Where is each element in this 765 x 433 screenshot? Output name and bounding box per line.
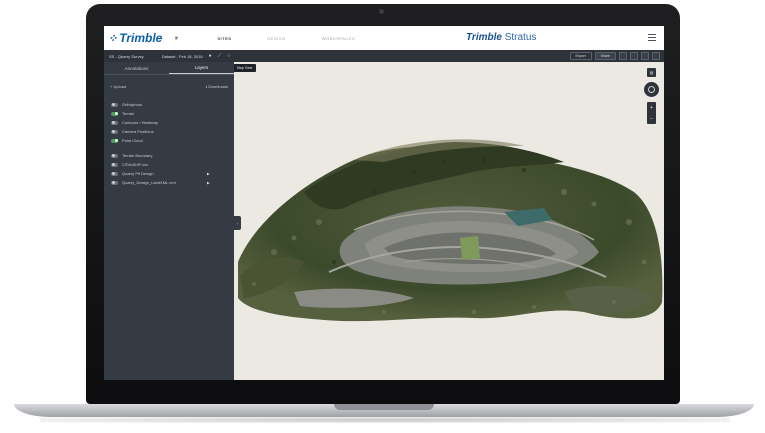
layer-label: Orthophoto: [122, 102, 143, 107]
ruler-icon[interactable]: ⟋: [218, 53, 222, 59]
layer-toggle[interactable]: [111, 138, 118, 143]
layer-toggle[interactable]: [111, 111, 118, 116]
sidebar-collapse-handle[interactable]: ‹: [234, 216, 241, 230]
compass-icon[interactable]: [643, 81, 660, 98]
layer-label: Quarry_Design_LandXML.xml: [122, 180, 176, 185]
layer-toggle[interactable]: [111, 162, 118, 167]
map-controls: ▤ + −: [643, 68, 660, 124]
layer-item-quarry-pit-design[interactable]: Quarry Pit Design ▶: [104, 169, 234, 178]
layer-item-point-cloud[interactable]: Point Cloud: [104, 136, 234, 145]
camera-icon: [379, 9, 384, 14]
play-icon[interactable]: ▶: [207, 172, 210, 176]
trimble-globe-icon: ⁘: [108, 32, 118, 45]
tab-sites[interactable]: SITES: [199, 26, 249, 50]
play-icon[interactable]: ▶: [207, 181, 210, 185]
sidebar-panel: Annotations Layers + Upload ⭳ Downloads …: [104, 62, 234, 380]
fullscreen-icon[interactable]: [652, 52, 660, 60]
brand-logo[interactable]: ⁘ Trimble ▾: [108, 31, 177, 45]
project-name[interactable]: SS - Quarry Survey: [109, 54, 144, 59]
zoom-out-icon[interactable]: −: [650, 116, 653, 122]
zoom-in-icon[interactable]: +: [650, 105, 653, 111]
layer-label: Terrain Boundary: [122, 153, 153, 158]
product-brand: Trimble: [466, 32, 502, 43]
product-name: Stratus: [504, 32, 537, 43]
view-mode-3d-icon[interactable]: [630, 52, 638, 60]
layer-toggle[interactable]: [111, 153, 118, 158]
point-cloud-render[interactable]: [234, 62, 664, 380]
upload-button[interactable]: + Upload: [110, 84, 126, 91]
laptop-notch: [334, 404, 434, 410]
project-toolbar: SS - Quarry Survey Dataset - Feb 18, 201…: [104, 50, 664, 62]
layer-label: Quarry Pit Design: [122, 171, 154, 176]
zoom-control: + −: [647, 102, 656, 124]
share-button[interactable]: Share: [594, 52, 616, 60]
tab-workspaces[interactable]: WORKSPACES: [304, 26, 373, 50]
layer-item-quarry-design-landxml[interactable]: Quarry_Design_LandXML.xml ▶: [104, 178, 234, 187]
clock-icon[interactable]: ○: [227, 53, 230, 59]
tab-layers[interactable]: Layers: [169, 62, 234, 74]
map-viewport[interactable]: ▤ + −: [234, 62, 664, 380]
tab-annotations[interactable]: Annotations: [104, 62, 169, 74]
brand-name: Trimble: [119, 31, 163, 45]
tab-design[interactable]: DESIGN: [249, 26, 303, 50]
product-title: Trimble Stratus: [466, 32, 536, 43]
split-view-icon[interactable]: [641, 52, 649, 60]
layer-item-csvtodxf[interactable]: CSVtoDXF.csv: [104, 160, 234, 169]
layer-toggle[interactable]: [111, 180, 118, 185]
layer-item-camera-positions[interactable]: Camera Positions: [104, 127, 234, 136]
export-button[interactable]: Export: [569, 52, 592, 60]
pin-icon[interactable]: ●: [209, 53, 212, 59]
layer-toggle[interactable]: [111, 120, 118, 125]
layer-toggle[interactable]: [111, 171, 118, 176]
layer-label: Camera Positions: [122, 129, 154, 134]
layer-label: Terrain: [122, 111, 135, 116]
layers-toggle-icon[interactable]: ▤: [647, 68, 656, 77]
laptop-shadow: [40, 417, 730, 423]
top-navigation-bar: ⁘ Trimble ▾ SITES DESIGN WORKSPACES Trim…: [104, 26, 664, 50]
layer-label: Point Cloud: [122, 138, 143, 143]
layer-item-terrain-boundary[interactable]: Terrain Boundary: [104, 151, 234, 160]
layer-item-orthophoto[interactable]: Orthophoto: [104, 100, 234, 109]
sidebar-actions: + Upload ⭳ Downloads: [104, 84, 234, 91]
layer-item-terrain[interactable]: Terrain: [104, 109, 234, 118]
layer-list: Orthophoto Terrain Contours / Heatmap Ca…: [104, 100, 234, 187]
app-screen: ⁘ Trimble ▾ SITES DESIGN WORKSPACES Trim…: [104, 26, 664, 380]
chevron-down-icon[interactable]: ▾: [174, 35, 177, 42]
nav-tabs: SITES DESIGN WORKSPACES: [199, 26, 373, 50]
downloads-button[interactable]: ⭳ Downloads: [206, 84, 228, 91]
compass-ring: [648, 86, 655, 93]
layer-label: Contours / Heatmap: [122, 120, 158, 125]
layer-label: CSVtoDXF.csv: [122, 162, 149, 167]
dataset-selector[interactable]: Dataset - Feb 18, 2018: [162, 54, 203, 59]
hamburger-menu-icon[interactable]: [648, 34, 656, 41]
layer-toggle[interactable]: [111, 129, 118, 134]
sidebar-tabs: Annotations Layers: [104, 62, 234, 75]
toolbar-actions: Export Share: [569, 52, 660, 60]
layer-toggle[interactable]: [111, 102, 118, 107]
view-mode-2d-icon[interactable]: [619, 52, 627, 60]
layer-item-contours-heatmap[interactable]: Contours / Heatmap: [104, 118, 234, 127]
